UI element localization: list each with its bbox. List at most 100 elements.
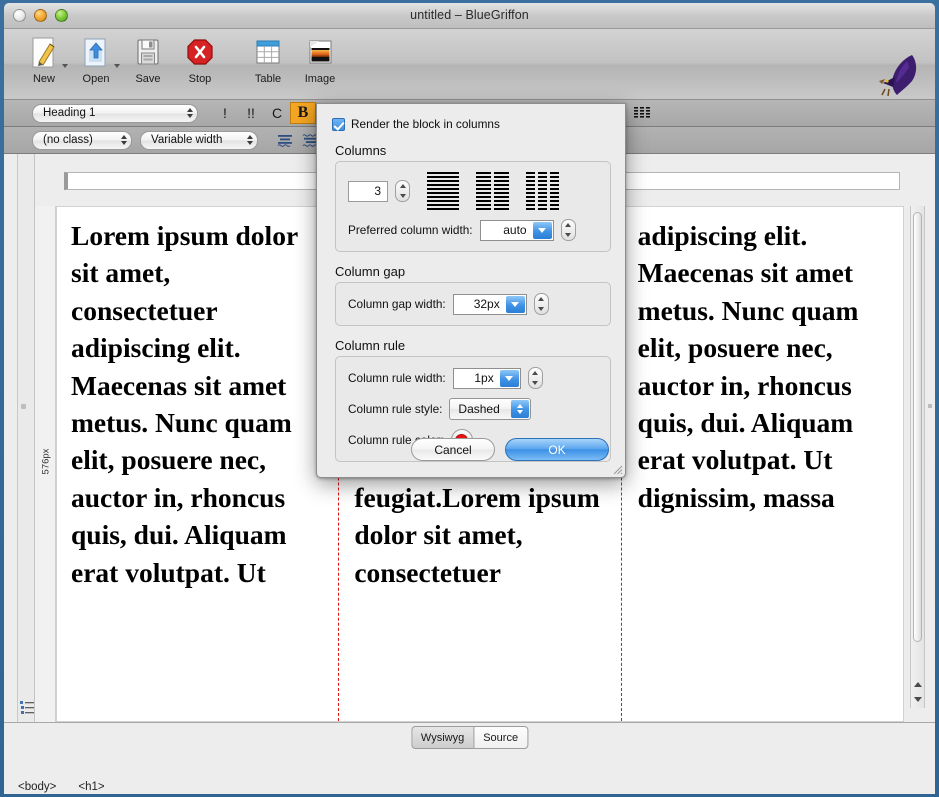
column-gap-stepper-down[interactable]	[535, 304, 548, 314]
render-in-columns-checkbox[interactable]: Render the block in columns	[332, 117, 625, 131]
column-gap-width-select[interactable]: 32px	[452, 293, 527, 315]
block-format-chevrons-icon	[187, 107, 193, 119]
justify-icon	[634, 106, 650, 118]
ok-label: OK	[548, 442, 566, 457]
column-gap-stepper[interactable]	[533, 293, 549, 315]
new-menu-chevron-icon[interactable]	[62, 64, 68, 68]
tab-wysiwyg-label: Wysiwyg	[420, 731, 465, 744]
class-select-value: (no class)	[43, 134, 93, 146]
cancel-label: Cancel	[434, 442, 472, 457]
strong-emphasis-button[interactable]: !!	[238, 102, 264, 124]
align-center-button[interactable]	[272, 129, 298, 151]
dialog-resize-grip[interactable]	[610, 462, 623, 475]
view-tabs: Wysiwyg Source	[410, 726, 529, 749]
scroll-up-button[interactable]	[912, 677, 923, 692]
table-grid-icon	[253, 34, 283, 72]
new-document-icon	[29, 34, 59, 72]
width-measure-strip: 576px	[35, 206, 56, 722]
column-rule-style-chevrons-icon[interactable]	[511, 400, 530, 418]
ok-button[interactable]: OK	[505, 438, 609, 461]
width-select[interactable]: Variable width	[140, 130, 258, 150]
column-rule-group-title: Column rule	[335, 338, 406, 353]
column-gap-chevron-down-icon[interactable]	[505, 295, 525, 313]
columns-group: 3 Preferred column width: auto	[335, 161, 611, 252]
align-center-icon	[277, 134, 292, 147]
tab-wysiwyg[interactable]: Wysiwyg	[410, 726, 474, 749]
bold-button[interactable]: B	[290, 102, 316, 124]
toolbar-button-image[interactable]: Image	[294, 34, 346, 85]
preferred-width-select[interactable]: auto	[479, 219, 554, 241]
column-gap-stepper-up[interactable]	[535, 294, 548, 304]
justify-button[interactable]	[629, 102, 655, 124]
breadcrumb: <body> <h1>	[18, 781, 105, 793]
column-count-stepper[interactable]	[395, 180, 410, 202]
preferred-width-label: Preferred column width:	[348, 223, 473, 237]
tab-source-label: Source	[483, 731, 519, 744]
column-rule-width-value: 1px	[474, 371, 494, 385]
preferred-width-stepper-down[interactable]	[562, 230, 575, 240]
column-gap-width-label: Column gap width:	[348, 297, 446, 311]
bluegriffon-logo-icon	[871, 51, 921, 99]
column-rule-width-stepper[interactable]	[527, 367, 543, 389]
preferred-width-stepper-up[interactable]	[562, 220, 575, 230]
tab-source[interactable]: Source	[473, 726, 529, 749]
toolbar-label-stop: Stop	[188, 73, 212, 85]
toolbar-button-new[interactable]: New	[18, 34, 70, 85]
breadcrumb-item-h1[interactable]: <h1>	[78, 781, 104, 793]
floppy-disk-icon	[134, 34, 162, 72]
toolbar-label-table: Table	[254, 73, 282, 85]
one-column-preview[interactable]	[427, 172, 459, 210]
scroll-down-button[interactable]	[912, 692, 923, 707]
columns-group-title: Columns	[335, 143, 387, 158]
block-format-select[interactable]: Heading 1	[32, 103, 198, 123]
title-bar: untitled – BlueGriffon	[4, 3, 935, 29]
column-rule-width-stepper-down[interactable]	[529, 378, 542, 388]
column-rule-width-stepper-up[interactable]	[529, 368, 542, 378]
cancel-button[interactable]: Cancel	[411, 438, 495, 461]
emphasis-button[interactable]: !	[212, 102, 238, 124]
toolbar-label-new: New	[32, 73, 55, 85]
view-switch-area: Wysiwyg Source <body> <h1>	[4, 723, 935, 794]
toolbar-button-table[interactable]: Table	[242, 34, 294, 85]
scrollbar-thumb[interactable]	[913, 212, 922, 642]
breadcrumb-item-body[interactable]: <body>	[18, 781, 56, 793]
open-menu-chevron-icon[interactable]	[114, 64, 120, 68]
dialog-buttons: Cancel OK	[411, 438, 609, 461]
toolbar-button-stop[interactable]: Stop	[174, 34, 226, 85]
toolbar-button-save[interactable]: Save	[122, 34, 174, 85]
toolbar-label-save: Save	[135, 73, 161, 85]
block-format-value: Heading 1	[43, 107, 96, 119]
column-count-stepper-down[interactable]	[396, 191, 409, 201]
column-count-input[interactable]: 3	[348, 180, 388, 202]
column-rule-style-select[interactable]: Dashed	[449, 398, 532, 420]
render-in-columns-label: Render the block in columns	[351, 117, 500, 131]
column-gap-group-title: Column gap	[335, 264, 406, 279]
width-select-chevrons-icon	[247, 134, 253, 146]
column-count-stepper-up[interactable]	[396, 181, 409, 191]
column-gap-row: Column gap width: 32px	[348, 293, 600, 315]
left-rail	[4, 154, 18, 722]
measure-label: 576px	[40, 448, 52, 475]
column-count-value: 3	[374, 184, 381, 198]
two-column-preview[interactable]	[476, 172, 509, 210]
document-vertical-scrollbar[interactable]	[910, 206, 925, 708]
column-rule-width-select[interactable]: 1px	[452, 367, 521, 389]
toolbar-button-open[interactable]: Open	[70, 34, 122, 85]
three-column-preview[interactable]	[526, 172, 559, 210]
column-rule-width-chevron-down-icon[interactable]	[499, 369, 519, 387]
clear-styles-glyph: C	[271, 105, 283, 121]
structure-list-icon[interactable]	[20, 700, 35, 715]
window-inner: untitled – BlueGriffon New Open Save Sto…	[4, 3, 935, 794]
columns-dialog[interactable]: Render the block in columns Columns 3 Pr…	[316, 103, 626, 478]
checkbox-checked-icon[interactable]	[332, 117, 345, 131]
preferred-width-chevron-down-icon[interactable]	[532, 221, 552, 239]
column-rule-width-label: Column rule width:	[348, 371, 446, 385]
stop-sign-icon	[185, 34, 215, 72]
left-panel-strip	[18, 154, 35, 722]
emphasis-glyph: !	[223, 105, 227, 121]
preferred-width-stepper[interactable]	[560, 219, 576, 241]
clear-styles-button[interactable]: C	[264, 102, 290, 124]
toolbar-label-open: Open	[82, 73, 110, 85]
panel-resize-handle[interactable]	[21, 404, 26, 409]
class-select[interactable]: (no class)	[32, 130, 132, 150]
